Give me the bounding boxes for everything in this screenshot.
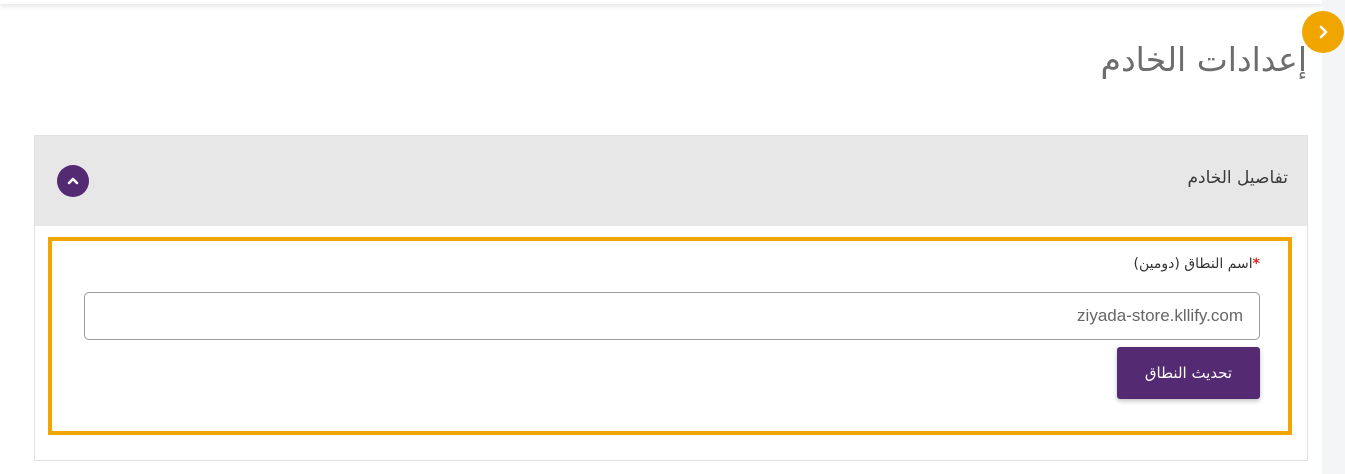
sidebar-toggle-button[interactable] (1302, 11, 1344, 53)
chevron-up-icon (67, 177, 79, 185)
update-domain-button[interactable]: تحديث النطاق (1117, 347, 1260, 399)
collapse-button[interactable] (57, 165, 89, 197)
page-title: إعدادات الخادم (1100, 40, 1307, 79)
domain-label-text: اسم النطاق (دومين) (1133, 256, 1253, 272)
top-bar (0, 0, 1322, 4)
card-header-title: تفاصيل الخادم (1187, 168, 1288, 188)
domain-input[interactable] (84, 292, 1260, 340)
domain-field-label: *اسم النطاق (دومين) (1134, 256, 1260, 272)
chevron-right-icon (1319, 25, 1328, 39)
card-header[interactable]: تفاصيل الخادم (35, 136, 1307, 226)
scrollbar-track[interactable] (1322, 0, 1345, 474)
required-marker: * (1252, 256, 1260, 272)
